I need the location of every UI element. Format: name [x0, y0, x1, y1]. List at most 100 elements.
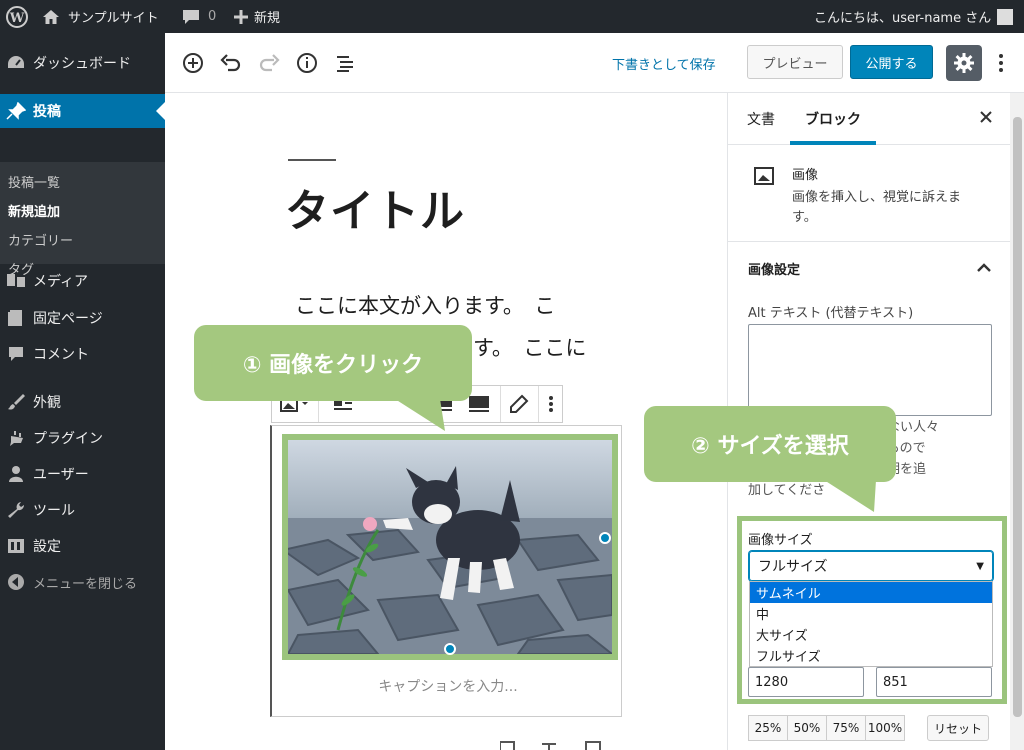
wrench-icon — [8, 502, 25, 518]
comments-link[interactable]: 0 — [182, 0, 216, 33]
home-icon — [43, 9, 59, 24]
image-settings-panel-title[interactable]: 画像設定 — [748, 259, 800, 278]
info-icon[interactable] — [295, 51, 319, 75]
preview-button[interactable]: プレビュー — [747, 45, 843, 79]
sidebar-item-media[interactable]: メディア — [0, 264, 165, 298]
submenu-item-all-posts[interactable]: 投稿一覧 — [8, 172, 60, 191]
kitten-image[interactable] — [282, 434, 618, 660]
undo-icon[interactable] — [219, 51, 243, 75]
block-name: 画像 — [792, 168, 819, 183]
scrollbar-thumb[interactable] — [1013, 117, 1022, 717]
new-content-link[interactable]: 新規 — [234, 0, 280, 33]
more-options-icon[interactable] — [992, 51, 1010, 75]
media-icon — [7, 274, 25, 287]
size-option-medium[interactable]: 中 — [750, 603, 992, 624]
redo-icon[interactable] — [257, 51, 281, 75]
collapse-icon — [8, 574, 24, 590]
site-home-link[interactable]: サンプルサイト — [42, 0, 159, 33]
wordpress-logo-icon[interactable]: W — [6, 0, 28, 33]
tab-block[interactable]: ブロック — [805, 109, 861, 129]
admin-bar: W サンプルサイト 0 新規 こんにちは、user-name さん — [0, 0, 1024, 33]
dropdown-arrow-icon: ▼ — [976, 561, 984, 572]
editor-toolbar: 下書きとして保存 プレビュー 公開する — [165, 33, 1024, 93]
sidebar-item-users[interactable]: ユーザー — [0, 457, 165, 491]
settings-toggle-button[interactable] — [946, 45, 982, 81]
resize-handle-right[interactable] — [599, 532, 611, 544]
user-account-link[interactable]: こんにちは、user-name さん — [814, 0, 1014, 33]
image-size-options: サムネイル 中 大サイズ フルサイズ — [749, 581, 993, 667]
settings-scrollbar[interactable] — [1010, 93, 1024, 750]
sidebar-item-dashboard[interactable]: ダッシュボード — [0, 46, 165, 80]
image-width-input[interactable]: 1280 — [748, 667, 864, 697]
percent-100-button[interactable]: 100% — [865, 715, 905, 741]
new-label: 新規 — [254, 11, 281, 26]
svg-text:W: W — [9, 11, 25, 26]
alt-text-label: Alt テキスト (代替テキスト) — [748, 306, 914, 321]
sidebar-item-pages[interactable]: 固定ページ — [0, 301, 165, 335]
site-name: サンプルサイト — [68, 11, 159, 26]
sidebar-item-comments[interactable]: コメント — [0, 337, 165, 371]
size-option-thumbnail[interactable]: サムネイル — [750, 582, 992, 603]
brush-icon — [8, 394, 25, 410]
percent-75-button[interactable]: 75% — [826, 715, 866, 741]
sidebar-item-plugins[interactable]: プラグイン — [0, 421, 165, 455]
chevron-up-icon[interactable] — [976, 261, 992, 273]
image-size-select[interactable]: フルサイズ ▼ — [749, 551, 993, 581]
user-icon — [9, 466, 23, 482]
sidebar-item-posts[interactable]: 投稿 — [0, 94, 165, 128]
admin-sidebar: ダッシュボード 投稿 投稿一覧 新規追加 カテゴリー タグ メディア 固定ページ… — [0, 33, 165, 750]
size-option-full[interactable]: フルサイズ — [750, 645, 992, 666]
save-draft-button[interactable]: 下書きとして保存 — [612, 54, 716, 73]
tab-document[interactable]: 文書 — [747, 109, 775, 129]
image-icon — [754, 167, 774, 185]
comment-icon — [183, 9, 199, 24]
percent-button-group: 25% 50% 75% 100% — [748, 715, 905, 741]
callout-step-2: ② サイズを選択 — [644, 406, 896, 482]
publish-button[interactable]: 公開する — [850, 45, 933, 79]
posts-submenu: 投稿一覧 新規追加 カテゴリー タグ — [0, 162, 165, 278]
add-block-icon[interactable] — [181, 51, 205, 75]
image-size-label: 画像サイズ — [748, 533, 813, 548]
outline-list-icon[interactable] — [333, 51, 357, 75]
comment-icon — [9, 347, 23, 361]
sidebar-item-tools[interactable]: ツール — [0, 493, 165, 527]
callout-step-1: ① 画像をクリック — [194, 325, 472, 401]
toolbar-divider — [538, 386, 539, 422]
callout-pointer-2 — [824, 480, 876, 512]
block-card: 画像 画像を挿入し、視覚に訴えます。 — [728, 146, 1010, 242]
more-options-icon[interactable] — [542, 394, 560, 414]
post-title[interactable]: タイトル — [285, 175, 465, 239]
submenu-item-add-new[interactable]: 新規追加 — [8, 201, 60, 220]
image-block[interactable]: キャプションを入力... — [270, 425, 622, 717]
paragraph-line-1: ここに本文が入ります。 こ — [295, 294, 556, 318]
block-description: 画像を挿入し、視覚に訴えます。 — [792, 190, 962, 225]
resize-handle-bottom[interactable] — [444, 643, 456, 655]
greeting: こんにちは、user-name さん — [814, 11, 992, 26]
close-icon[interactable] — [976, 107, 996, 127]
percent-25-button[interactable]: 25% — [748, 715, 788, 741]
percent-50-button[interactable]: 50% — [787, 715, 827, 741]
edit-pencil-icon[interactable] — [508, 394, 530, 414]
callout-pointer-1 — [395, 399, 445, 431]
avatar — [997, 8, 1014, 25]
alt-text-textarea[interactable] — [748, 324, 992, 416]
full-width-icon[interactable] — [468, 394, 490, 414]
settings-icon — [8, 539, 24, 553]
plus-icon — [234, 9, 248, 24]
image-height-input[interactable]: 851 — [876, 667, 992, 697]
sidebar-item-appearance[interactable]: 外観 — [0, 385, 165, 419]
submenu-item-categories[interactable]: カテゴリー — [8, 230, 73, 249]
reset-button[interactable]: リセット — [927, 715, 989, 741]
size-option-large[interactable]: 大サイズ — [750, 624, 992, 645]
toolbar-divider — [500, 386, 501, 422]
pin-icon — [6, 102, 26, 120]
plugin-icon — [10, 431, 23, 446]
settings-tabs: 文書 ブロック — [728, 93, 1010, 145]
sidebar-item-settings[interactable]: 設定 — [0, 529, 165, 563]
sidebar-collapse-menu[interactable]: メニューを閉じる — [0, 565, 165, 599]
comments-count: 0 — [208, 9, 217, 24]
page-icon — [8, 310, 22, 326]
active-tab-indicator — [790, 141, 876, 145]
caption-input[interactable]: キャプションを入力... — [272, 676, 624, 696]
title-separator — [288, 159, 336, 161]
